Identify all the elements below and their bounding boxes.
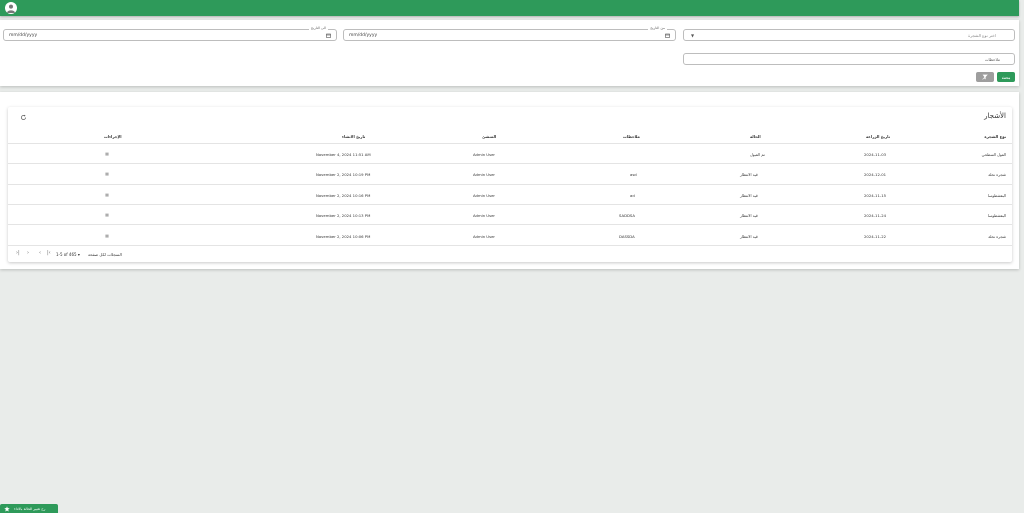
tree-type-placeholder: اختر نوع الشجرة xyxy=(968,33,996,38)
first-page-icon[interactable]: |‹ xyxy=(47,250,51,256)
cell-notes: SADDSA xyxy=(619,213,636,218)
cell-status: قيد الانتظار xyxy=(740,234,758,239)
refresh-icon[interactable] xyxy=(20,114,27,121)
cell-requester: Admin User xyxy=(473,234,495,239)
date-to-field[interactable]: الى التاريخ mm/dd/yyyy xyxy=(3,26,337,41)
list-icon[interactable] xyxy=(105,193,109,197)
change-status-button[interactable]: رح تغيير الحالة بالاداء xyxy=(0,504,58,513)
prev-page-icon[interactable]: ‹ xyxy=(39,250,41,256)
cell-planting-date: 2024-12-01 xyxy=(864,172,887,177)
chevron-down-icon: ▼ xyxy=(691,33,695,38)
cell-created-at: November 2, 2024 10:16 PM xyxy=(316,193,371,198)
col-status[interactable]: الحالة xyxy=(750,134,761,139)
col-planting-date[interactable]: تاريخ الزراعة xyxy=(866,134,890,139)
cell-notes: asd xyxy=(630,172,637,177)
top-app-bar xyxy=(0,0,1019,16)
cell-tree-type: شجرة نخلة xyxy=(988,172,1006,177)
cell-created-at: November 2, 2024 10:19 PM xyxy=(316,172,371,177)
cell-status: قيد الانتظار xyxy=(740,193,758,198)
chevron-down-icon: ▾ xyxy=(77,252,80,257)
row-divider xyxy=(8,245,1012,246)
notes-input[interactable]: ملاحظات xyxy=(683,53,1015,65)
col-actions: الإجراءات xyxy=(104,134,122,139)
rows-per-page-value: 5 xyxy=(74,252,77,257)
list-icon[interactable] xyxy=(105,213,109,217)
row-divider xyxy=(8,204,1012,205)
rows-per-page-label: السجلات لكل صفحة xyxy=(88,252,122,257)
row-divider xyxy=(8,163,1012,164)
cell-notes: DASSDA xyxy=(619,234,635,239)
rows-per-page-select[interactable]: 5 ▾ xyxy=(74,252,80,257)
list-icon[interactable] xyxy=(105,152,109,156)
cell-requester: Admin User xyxy=(473,152,495,157)
cell-notes: ad xyxy=(630,193,635,198)
header-divider xyxy=(8,143,1012,144)
calendar-icon[interactable] xyxy=(326,33,331,38)
cell-requester: Admin User xyxy=(473,172,495,177)
col-notes[interactable]: ملاحظات xyxy=(623,134,640,139)
cell-created-at: November 2, 2024 10:13 PM xyxy=(316,213,371,218)
star-icon xyxy=(4,505,10,512)
date-from-field[interactable]: من التاريخ mm/dd/yyyy xyxy=(343,26,676,41)
cell-created-at: November 2, 2024 10:06 PM xyxy=(316,234,371,239)
user-avatar[interactable] xyxy=(5,2,17,14)
next-page-icon[interactable]: › xyxy=(27,250,29,256)
cell-status: قيد الانتظار xyxy=(740,172,758,177)
row-divider xyxy=(8,224,1012,225)
cell-planting-date: 2024-11-03 xyxy=(864,152,887,157)
cell-status: قيد الانتظار xyxy=(740,213,758,218)
cell-tree-type: البقشطوسا xyxy=(987,193,1006,198)
cell-planting-date: 2024-11-22 xyxy=(864,234,887,239)
clear-filters-button[interactable] xyxy=(976,72,994,82)
col-requester[interactable]: المنشئ xyxy=(482,134,496,139)
list-icon[interactable] xyxy=(105,234,109,238)
col-created-at[interactable]: تاريخ الانشاء xyxy=(342,134,365,139)
trees-table-card: الأشجار نوع الشجرة تاريخ الزراعة الحالة … xyxy=(8,107,1012,262)
tree-type-select[interactable]: اختر نوع الشجرة ▼ xyxy=(683,29,1015,41)
cell-planting-date: 2024-11-15 xyxy=(864,193,887,198)
cell-planting-date: 2024-11-24 xyxy=(864,213,887,218)
date-from-value: mm/dd/yyyy xyxy=(349,33,378,38)
search-button[interactable]: بحث xyxy=(997,72,1015,82)
cell-tree-type: الفول السطحي xyxy=(981,152,1006,157)
cell-created-at: November 4, 2024 11:51 AM xyxy=(316,152,371,157)
last-page-icon[interactable]: ›| xyxy=(16,250,20,256)
list-icon[interactable] xyxy=(105,172,109,176)
change-status-label: رح تغيير الحالة بالاداء xyxy=(14,506,46,511)
filter-clear-icon xyxy=(982,74,988,80)
date-from-label: من التاريخ xyxy=(648,26,667,31)
calendar-icon[interactable] xyxy=(665,33,670,38)
col-tree-type[interactable]: نوع الشجرة xyxy=(984,134,1006,139)
cell-requester: Admin User xyxy=(473,213,495,218)
user-icon xyxy=(7,4,15,13)
cell-requester: Admin User xyxy=(473,193,495,198)
page-range: 1-5 of 46 xyxy=(56,252,75,257)
table-title: الأشجار xyxy=(984,112,1006,120)
row-divider xyxy=(8,184,1012,185)
date-to-value: mm/dd/yyyy xyxy=(9,33,38,38)
cell-tree-type: البقشطوسا xyxy=(987,213,1006,218)
table-panel: الأشجار نوع الشجرة تاريخ الزراعة الحالة … xyxy=(0,92,1019,269)
cell-status: تم القبول xyxy=(750,152,765,157)
date-to-label: الى التاريخ xyxy=(308,26,328,31)
cell-tree-type: شجرة نخلة xyxy=(988,234,1006,239)
notes-placeholder: ملاحظات xyxy=(984,57,1000,62)
